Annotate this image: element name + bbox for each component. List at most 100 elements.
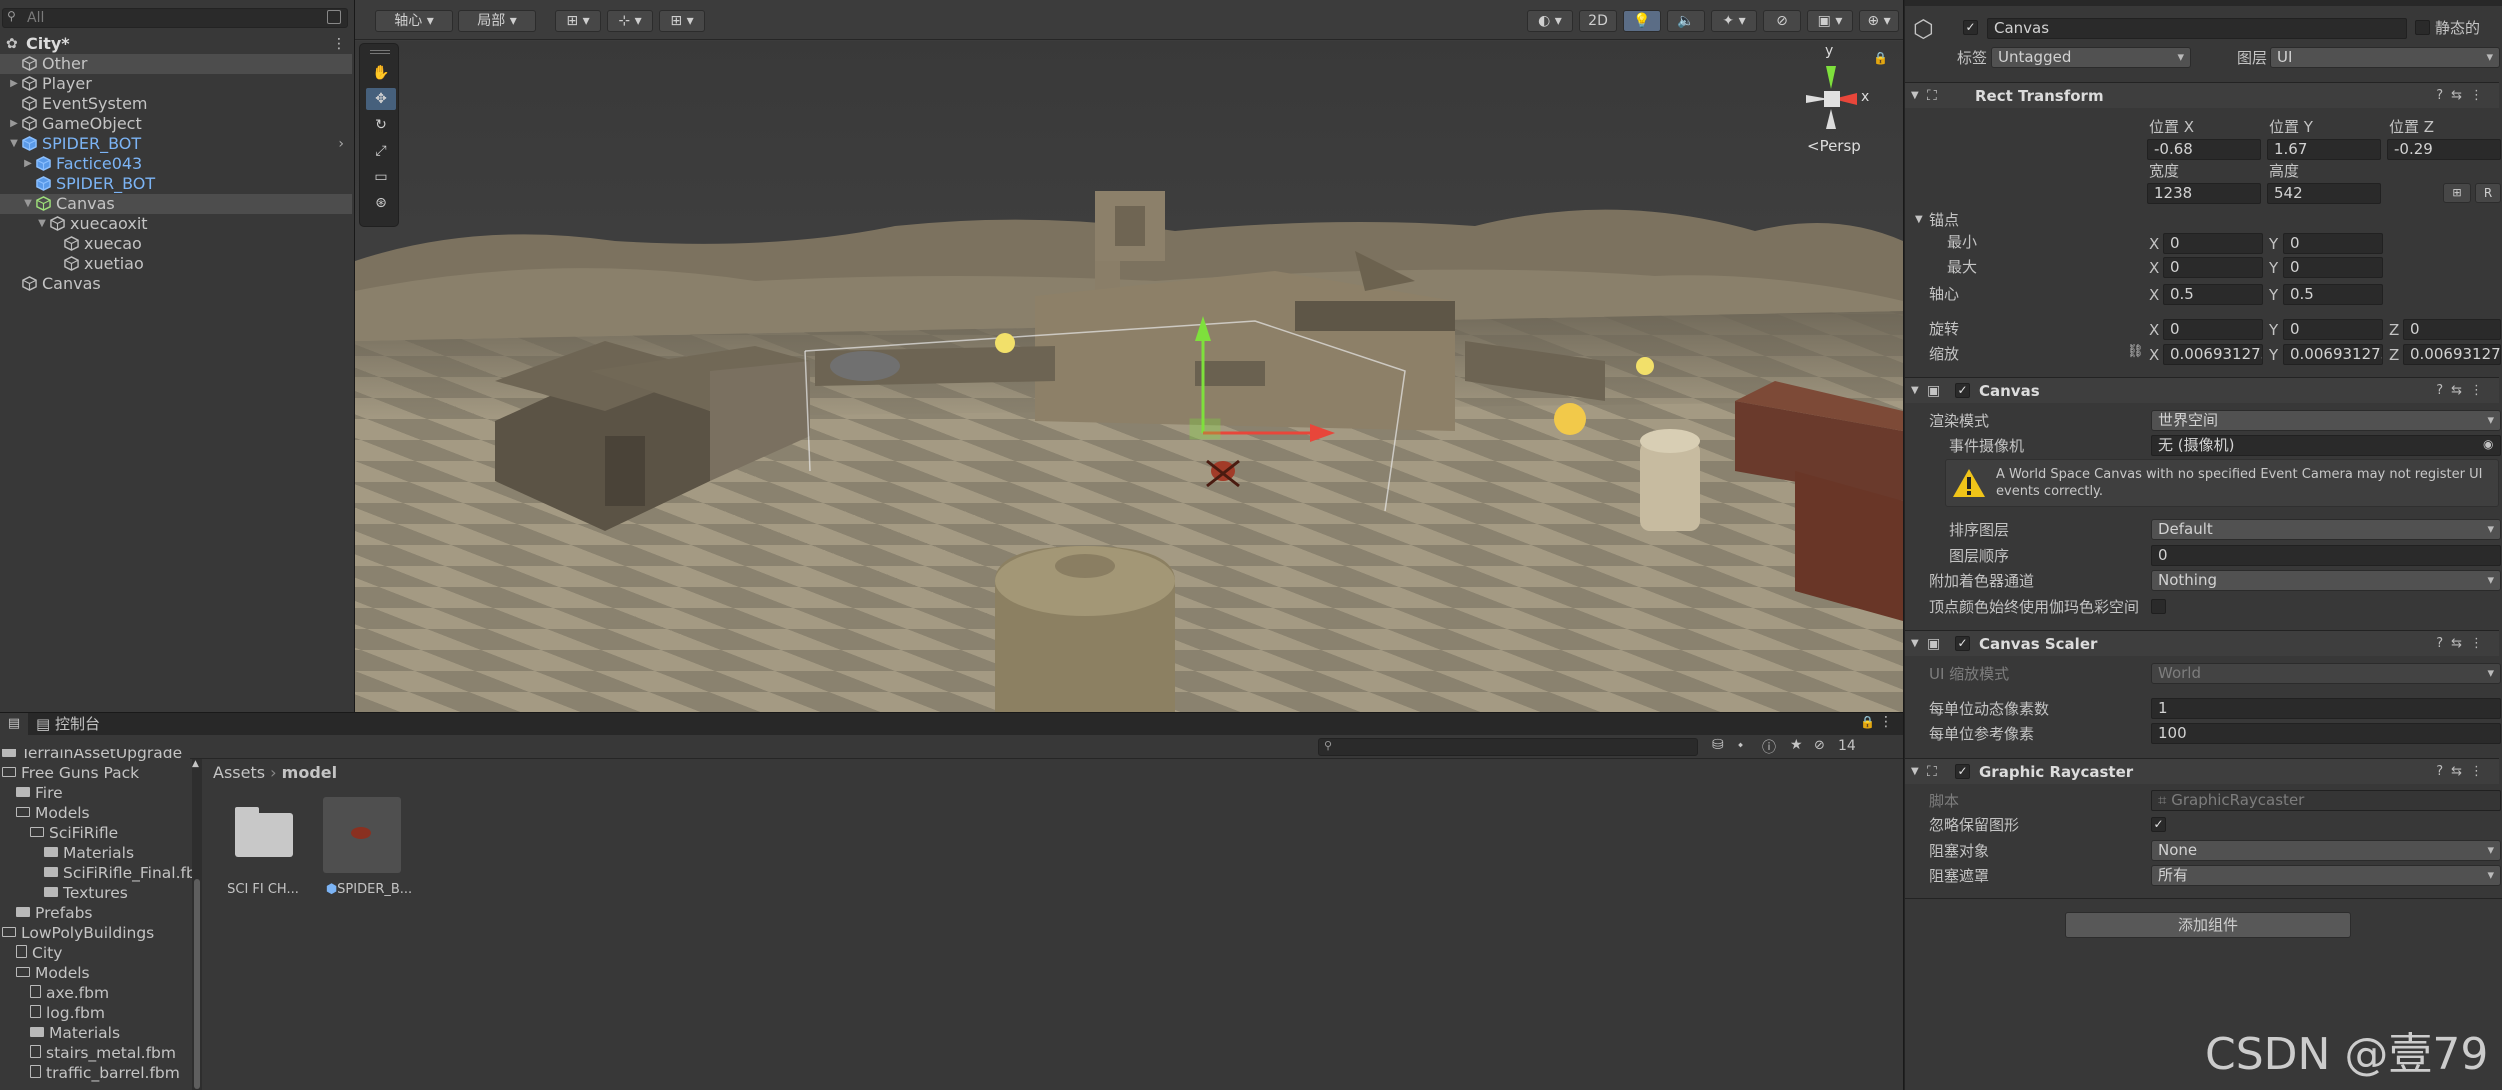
collapsed-arrow-icon[interactable]: ▶ xyxy=(8,114,20,134)
move-tool-icon[interactable]: ✥ xyxy=(366,88,396,110)
object-picker-icon[interactable]: ◉ xyxy=(2483,437,2493,451)
hierarchy-item[interactable]: ▼ SPIDER_BOT › xyxy=(0,134,352,154)
shader-channels-dropdown[interactable]: Nothing xyxy=(2151,570,2501,591)
pivot-button[interactable]: 轴心 ▾ xyxy=(375,10,453,32)
object-name-field[interactable]: Canvas xyxy=(1987,18,2407,39)
shading-mode-button[interactable]: ◐ ▾ xyxy=(1527,10,1573,32)
grid-visibility-button[interactable]: ⊞ ▾ xyxy=(659,10,705,32)
component-menu-icons[interactable]: ?⇆⋮ xyxy=(2436,631,2491,657)
pivot-y[interactable]: 0.5 xyxy=(2283,284,2383,305)
gamma-checkbox[interactable] xyxy=(2151,599,2166,614)
favorite-icon[interactable]: ★ xyxy=(1790,737,1803,753)
scroll-up-icon[interactable]: ▲ xyxy=(192,759,199,769)
info-icon[interactable]: ⓘ xyxy=(1762,737,1776,757)
project-tree-item[interactable]: LowPolyBuildings xyxy=(2,923,154,943)
palette-handle[interactable] xyxy=(370,50,390,54)
ignore-reversed-checkbox[interactable]: ✓ xyxy=(2151,817,2166,832)
breadcrumb-model[interactable]: model xyxy=(282,763,337,782)
component-menu-icons[interactable]: ?⇆⋮ xyxy=(2436,759,2491,785)
blocking-mask-dropdown[interactable]: 所有 xyxy=(2151,865,2501,886)
camera-settings-button[interactable]: ▣ ▾ xyxy=(1807,10,1853,32)
project-tree-item[interactable]: City xyxy=(16,943,62,963)
expanded-arrow-icon[interactable]: ▼ xyxy=(22,194,34,214)
hierarchy-item[interactable]: ▶ Player xyxy=(0,74,352,94)
canvas-header[interactable]: ▼ ▣ ✓ Canvas ?⇆⋮ xyxy=(1905,377,2499,403)
project-tree-item[interactable]: TerrainAssetUpgrade xyxy=(2,749,182,763)
blocking-objects-dropdown[interactable]: None xyxy=(2151,840,2501,861)
local-button[interactable]: 局部 ▾ xyxy=(458,10,536,32)
scene-row[interactable]: ✿ City* ⋮ xyxy=(0,34,354,54)
scale-y[interactable]: 0.006931275 xyxy=(2283,344,2383,365)
render-mode-dropdown[interactable]: 世界空间 xyxy=(2151,410,2501,431)
project-tree-item[interactable]: Prefabs xyxy=(16,903,93,923)
sorting-layer-dropdown[interactable]: Default xyxy=(2151,519,2501,540)
static-checkbox[interactable] xyxy=(2415,20,2430,35)
tag-dropdown[interactable]: Untagged xyxy=(1991,47,2191,68)
fold-arrow-icon[interactable]: ▼ xyxy=(1911,83,1919,109)
effects-toggle[interactable]: ✦ ▾ xyxy=(1711,10,1757,32)
event-camera-field[interactable]: 无 (摄像机) xyxy=(2151,435,2501,456)
search-by-label-icon[interactable]: ⬩ xyxy=(1738,737,1743,753)
scroll-thumb[interactable] xyxy=(194,879,200,1089)
project-tree-item[interactable]: Textures xyxy=(44,883,128,903)
hierarchy-item[interactable]: EventSystem xyxy=(0,94,352,114)
project-tree-item[interactable]: Free Guns Pack xyxy=(2,763,139,783)
rot-x[interactable]: 0 xyxy=(2163,319,2263,340)
hierarchy-item[interactable]: ▶ GameObject xyxy=(0,114,352,134)
ref-pixels-field[interactable]: 100 xyxy=(2151,723,2501,744)
orientation-gizmo[interactable]: y x <Persp 🔒 xyxy=(1791,43,1891,161)
fold-arrow-icon[interactable]: ▼ xyxy=(1911,759,1919,785)
anchor-min-x[interactable]: 0 xyxy=(2163,233,2263,254)
hidden-packages-icon[interactable]: ⊘ xyxy=(1814,738,1825,753)
component-menu-icons[interactable]: ?⇆⋮ xyxy=(2436,378,2491,404)
panel-menu-icon[interactable]: ⋮ xyxy=(1879,714,1893,730)
anchor-max-x[interactable]: 0 xyxy=(2163,257,2263,278)
add-component-button[interactable]: 添加组件 xyxy=(2065,912,2351,938)
canvas-scaler-enabled-checkbox[interactable]: ✓ xyxy=(1955,636,1970,651)
lighting-toggle[interactable]: 💡 xyxy=(1623,10,1661,32)
pos-z-field[interactable]: -0.29 xyxy=(2387,139,2501,160)
audio-toggle[interactable]: 🔈 xyxy=(1667,10,1705,32)
height-field[interactable]: 542 xyxy=(2267,183,2381,204)
project-tree-item[interactable]: log.fbm xyxy=(30,1003,105,1023)
projection-label[interactable]: <Persp xyxy=(1807,137,1861,155)
transform-tool-icon[interactable]: ⊛ xyxy=(366,192,396,214)
project-tree-item[interactable]: stairs_metal.fbm xyxy=(30,1043,176,1063)
pos-x-field[interactable]: -0.68 xyxy=(2147,139,2261,160)
project-tree-item[interactable]: SciFiRifle_Final.fbm xyxy=(44,863,192,883)
rot-y[interactable]: 0 xyxy=(2283,319,2383,340)
raw-edit-button[interactable]: R xyxy=(2475,183,2501,203)
order-field[interactable]: 0 xyxy=(2151,545,2501,566)
pivot-x[interactable]: 0.5 xyxy=(2163,284,2263,305)
lock-icon[interactable]: 🔒 xyxy=(1873,51,1888,65)
hierarchy-item[interactable]: xuecao xyxy=(0,234,352,254)
search-by-type-icon[interactable]: ⛁ xyxy=(1712,737,1724,753)
scale-z[interactable]: 0.006931275 xyxy=(2403,344,2501,365)
dyn-pixels-field[interactable]: 1 xyxy=(2151,698,2501,719)
scale-x[interactable]: 0.006931275 xyxy=(2163,344,2263,365)
anchor-min-y[interactable]: 0 xyxy=(2283,233,2383,254)
raycaster-header[interactable]: ▼ ⛶ ✓ Graphic Raycaster ?⇆⋮ xyxy=(1905,758,2499,784)
gizmos-button[interactable]: ⊕ ▾ xyxy=(1859,10,1899,32)
canvas-scaler-header[interactable]: ▼ ▣ ✓ Canvas Scaler ?⇆⋮ xyxy=(1905,630,2499,656)
project-tree-item[interactable]: Models xyxy=(16,803,90,823)
hierarchy-item[interactable]: Canvas xyxy=(0,274,352,294)
asset-prefab[interactable]: ⬢SPIDER_B... xyxy=(323,797,413,907)
fold-arrow-icon[interactable]: ▼ xyxy=(1911,378,1919,404)
asset-folder[interactable]: SCI FI CH... xyxy=(213,797,303,907)
hidden-objects-toggle[interactable]: ⊘ xyxy=(1763,10,1801,32)
filter-icon[interactable] xyxy=(327,10,341,24)
constrain-proportions-icon[interactable]: ⛓ xyxy=(2127,344,2144,359)
expanded-arrow-icon[interactable]: ▼ xyxy=(36,214,48,234)
pos-y-field[interactable]: 1.67 xyxy=(2267,139,2381,160)
breadcrumb-assets[interactable]: Assets xyxy=(213,763,265,782)
collapsed-arrow-icon[interactable]: ▶ xyxy=(8,74,20,94)
project-tree-item[interactable]: Fire xyxy=(16,783,63,803)
hierarchy-search[interactable]: ⚲ All xyxy=(2,8,348,28)
expanded-arrow-icon[interactable]: ▼ xyxy=(8,134,20,154)
project-tree-item[interactable]: SciFiRifle xyxy=(30,823,118,843)
project-tree-scrollbar[interactable]: ▲ xyxy=(192,759,202,1090)
project-tree-item[interactable]: Materials xyxy=(44,843,134,863)
panel-lock-icon[interactable]: 🔒 xyxy=(1860,715,1875,729)
blueprint-mode-button[interactable]: ⊞ xyxy=(2443,183,2471,203)
